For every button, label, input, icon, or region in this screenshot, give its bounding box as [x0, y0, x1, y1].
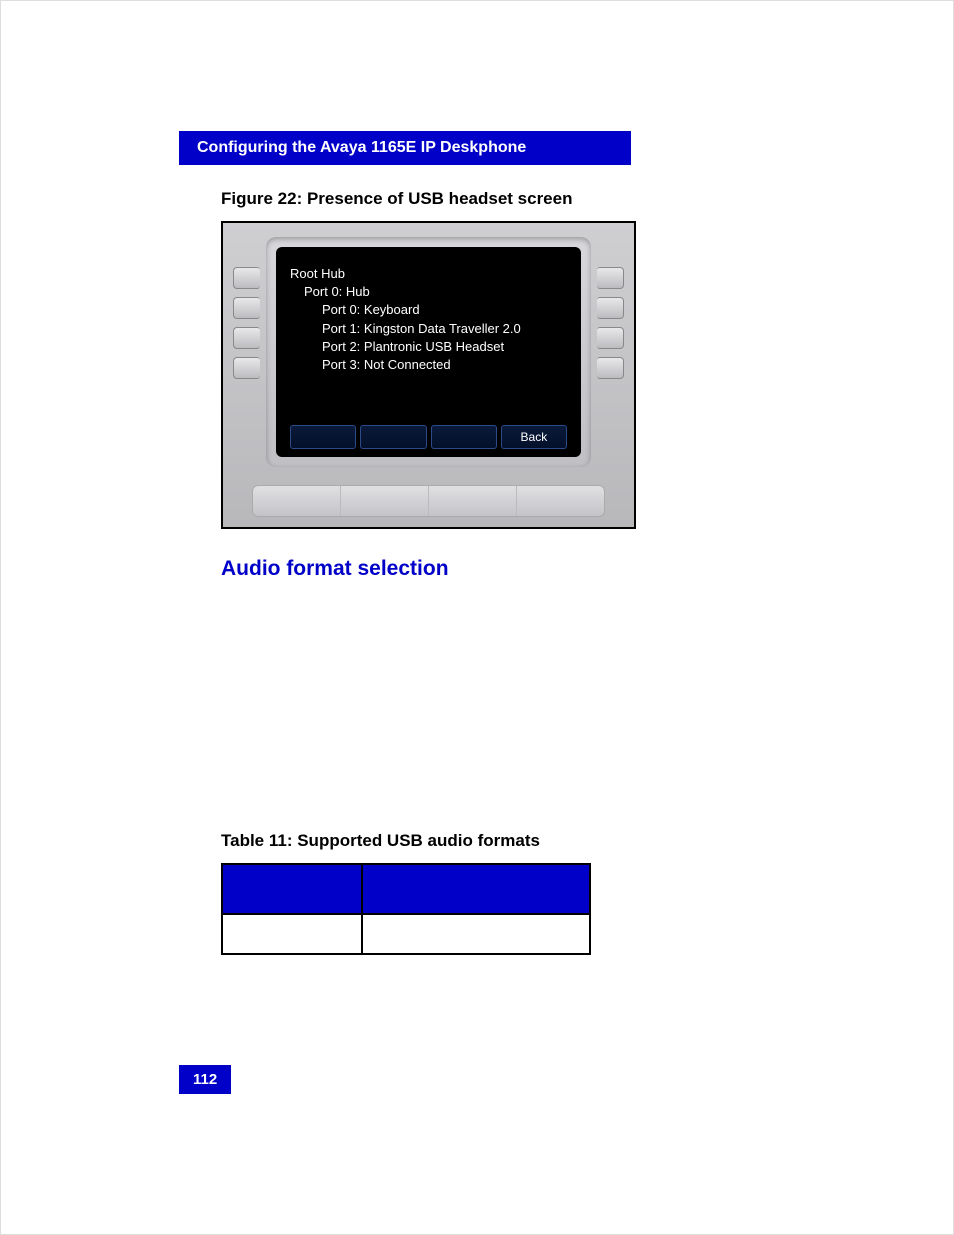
table-row — [222, 914, 590, 954]
side-key[interactable] — [233, 297, 260, 319]
deskphone-figure: Root Hub Port 0: Hub Port 0: Keyboard Po… — [221, 221, 636, 529]
side-key[interactable] — [597, 267, 624, 289]
tree-sub-item: Port 2: Plantronic USB Headset — [290, 338, 567, 356]
page-number: 112 — [179, 1065, 231, 1094]
figure-caption: Figure 22: Presence of USB headset scree… — [221, 189, 793, 209]
right-side-keys — [597, 237, 624, 467]
audio-formats-table — [221, 863, 591, 955]
bottom-key-bar — [252, 485, 606, 517]
left-side-keys — [233, 237, 260, 467]
table-cell — [222, 914, 362, 954]
table-header-row — [222, 864, 590, 914]
table-cell — [362, 914, 590, 954]
bottom-key[interactable] — [517, 486, 604, 516]
section-heading-audio-format: Audio format selection — [221, 557, 793, 581]
screen-bezel: Root Hub Port 0: Hub Port 0: Keyboard Po… — [266, 237, 591, 467]
bottom-key[interactable] — [429, 486, 517, 516]
softkey-row: Back — [290, 425, 567, 449]
softkey-3[interactable] — [431, 425, 497, 449]
table-header-cell — [362, 864, 590, 914]
table-caption: Table 11: Supported USB audio formats — [221, 831, 793, 851]
side-key[interactable] — [233, 267, 260, 289]
bottom-key[interactable] — [253, 486, 341, 516]
softkey-1[interactable] — [290, 425, 356, 449]
tree-sub-item: Port 3: Not Connected — [290, 356, 567, 374]
table-header-cell — [222, 864, 362, 914]
softkey-2[interactable] — [360, 425, 426, 449]
side-key[interactable] — [597, 327, 624, 349]
side-key[interactable] — [597, 297, 624, 319]
phone-screen: Root Hub Port 0: Hub Port 0: Keyboard Po… — [276, 247, 581, 457]
tree-sub-item: Port 1: Kingston Data Traveller 2.0 — [290, 320, 567, 338]
tree-sub-item: Port 0: Keyboard — [290, 301, 567, 319]
softkey-back[interactable]: Back — [501, 425, 567, 449]
bottom-key[interactable] — [341, 486, 429, 516]
tree-root: Root Hub — [290, 265, 567, 283]
usb-device-tree: Root Hub Port 0: Hub Port 0: Keyboard Po… — [290, 265, 567, 417]
side-key[interactable] — [233, 327, 260, 349]
side-key[interactable] — [233, 357, 260, 379]
tree-port0: Port 0: Hub — [290, 283, 567, 301]
section-header: Configuring the Avaya 1165E IP Deskphone — [179, 131, 631, 165]
side-key[interactable] — [597, 357, 624, 379]
